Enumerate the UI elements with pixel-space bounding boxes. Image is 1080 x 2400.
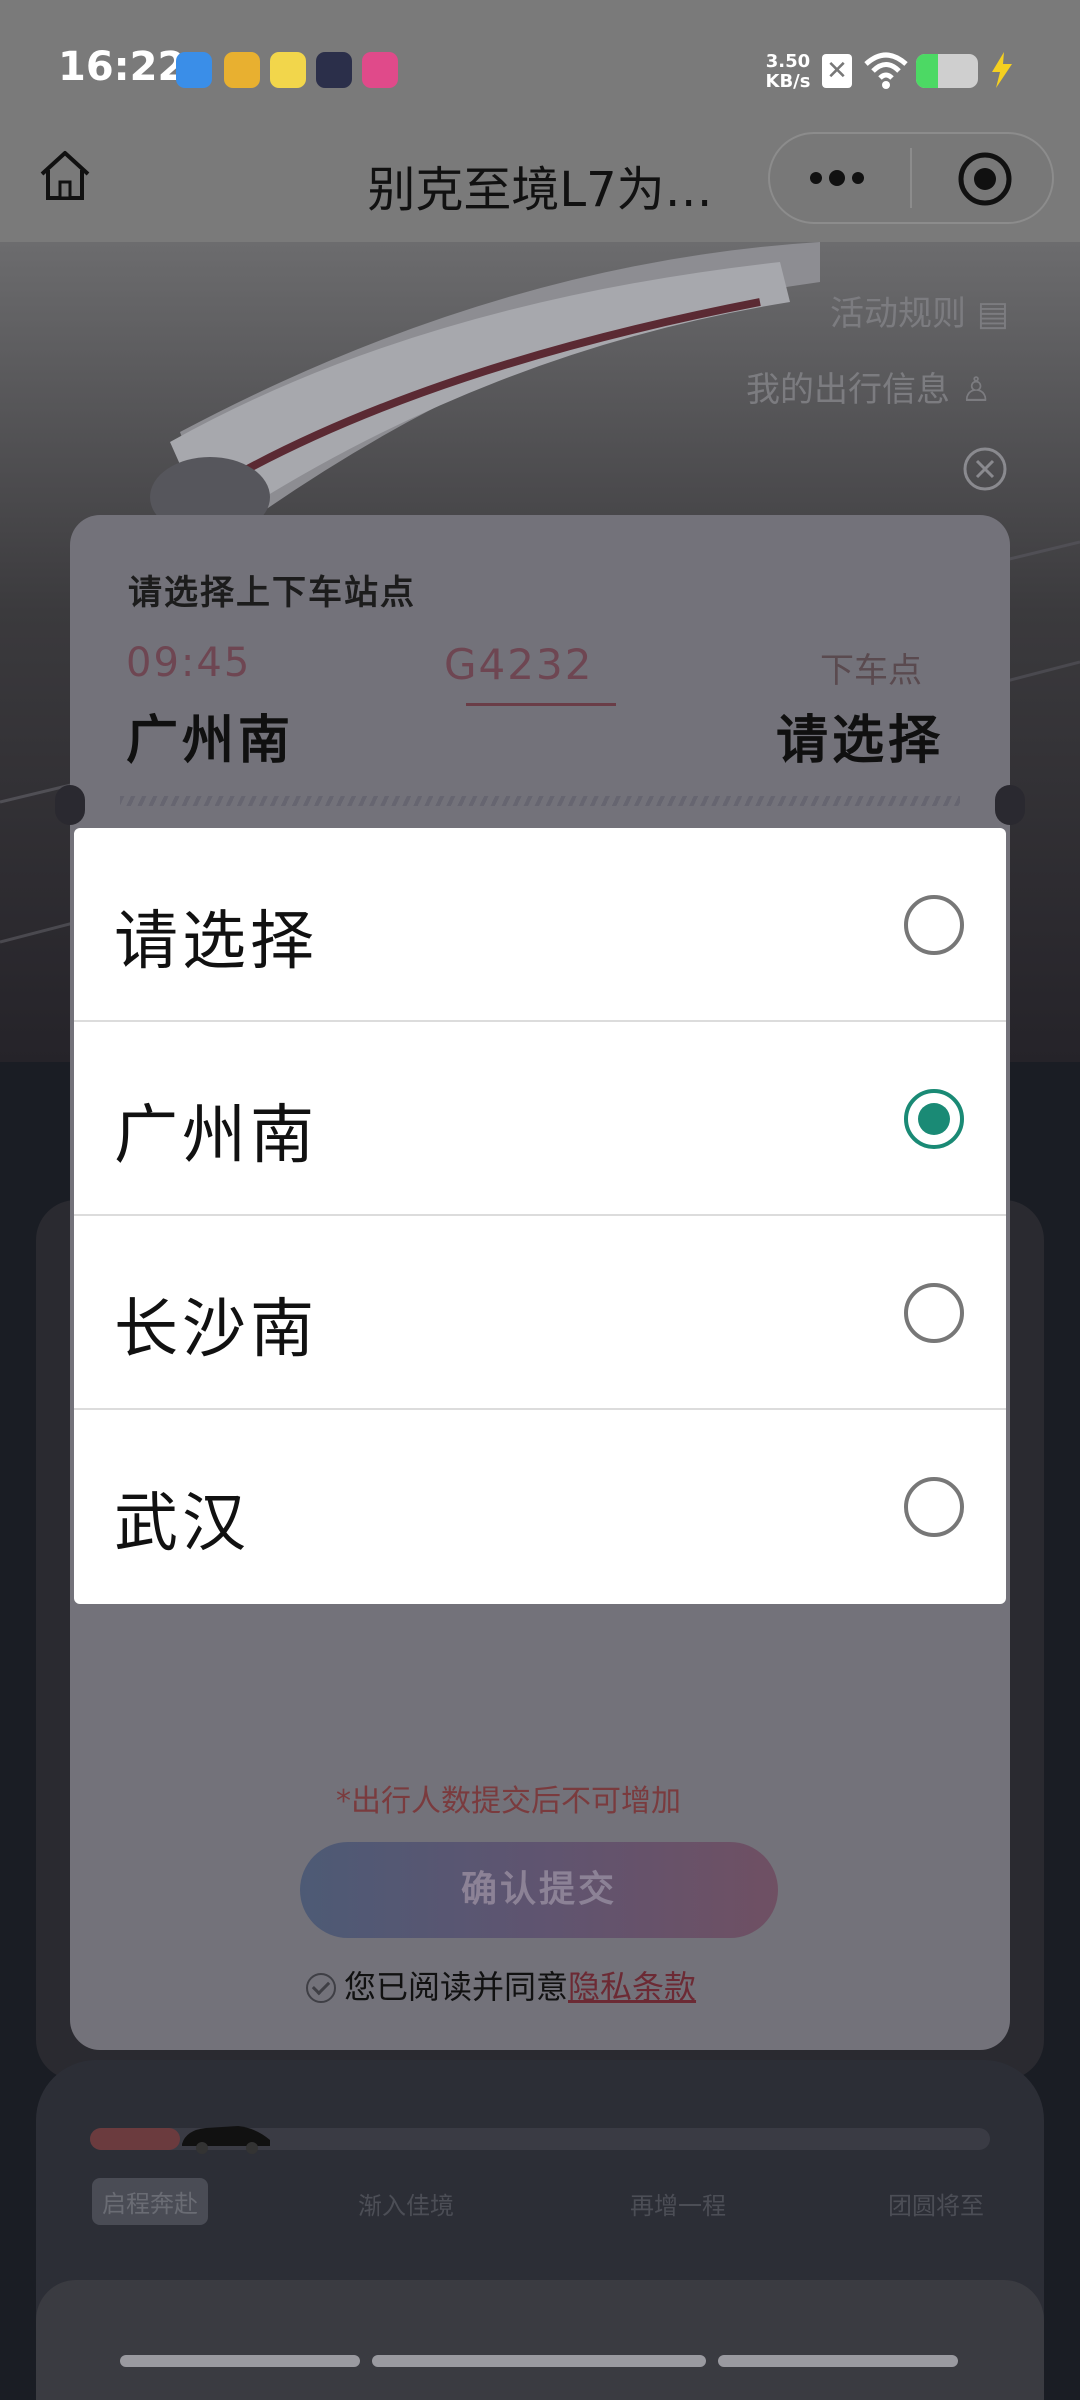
progress-fill [90, 2128, 180, 2150]
bottom-sheet [36, 2280, 1044, 2400]
activity-rules-label: 活动规则 [830, 294, 966, 334]
car-icon [182, 2126, 270, 2154]
stage-label-2: 渐入佳境 [358, 2192, 454, 2220]
home-icon[interactable] [36, 148, 94, 204]
radio-unchecked-icon[interactable] [904, 1477, 964, 1537]
nav-gesture-bar [372, 2355, 706, 2367]
picker-option[interactable]: 长沙南 [74, 1216, 1006, 1410]
passenger-warning: *出行人数提交后不可增加 [336, 1784, 681, 1819]
my-trip-info-label: 我的出行信息 [746, 370, 950, 410]
radio-checked-icon[interactable] [904, 1089, 964, 1149]
sim-off-icon: ✕ [822, 54, 852, 88]
picker-option[interactable]: 广州南 [74, 1022, 1006, 1216]
departure-time: 09:45 [126, 640, 252, 686]
option-label: 武汉 [114, 1487, 250, 1561]
station-picker: 请选择 广州南 长沙南 武汉 [74, 828, 1006, 1604]
close-mini-program-icon[interactable] [956, 150, 1014, 208]
radio-unchecked-icon[interactable] [904, 895, 964, 955]
radio-unchecked-icon[interactable] [904, 1283, 964, 1343]
stage-label-3: 再增一程 [630, 2192, 726, 2220]
capsule-divider [910, 148, 912, 208]
nav-gesture-bar [718, 2355, 958, 2367]
picker-option[interactable]: 请选择 [74, 828, 1006, 1022]
option-label: 请选择 [114, 905, 318, 979]
rules-doc-icon: ▤ [976, 294, 1009, 334]
activity-rules-link[interactable]: 活动规则 ▤ [830, 286, 1009, 335]
user-icon: ♙ [960, 370, 992, 410]
charging-icon [992, 52, 1012, 88]
departure-station[interactable]: 广州南 [126, 698, 294, 773]
privacy-agreement: 您已阅读并同意隐私条款 [306, 1962, 696, 2008]
video-app-notification-icon [362, 52, 398, 88]
option-label: 广州南 [114, 1099, 318, 1173]
ticket-notch-right [995, 785, 1025, 825]
stage-label-4: 团圆将至 [888, 2192, 984, 2220]
ai-app-notification-icon [316, 52, 352, 88]
train-number: G4232 [444, 640, 594, 689]
confirm-submit-button[interactable]: 确认提交 [300, 1842, 778, 1938]
battery-icon [916, 54, 978, 88]
stage-label-1: 启程奔赴 [92, 2178, 208, 2225]
status-time: 16:22 [58, 44, 186, 90]
agree-checkbox-icon[interactable] [306, 1973, 336, 2003]
card-title: 请选择上下车站点 [128, 573, 416, 613]
nav-gesture-bar [120, 2355, 360, 2367]
arrival-station-select[interactable]: 请选择 [776, 698, 944, 773]
direction-arrow [466, 703, 616, 706]
privacy-link[interactable]: 隐私条款 [568, 1968, 696, 2006]
page-title: 别克至境L7为… [367, 162, 713, 218]
my-trip-info-link[interactable]: 我的出行信息 ♙ [746, 362, 991, 411]
music-notification-icon [270, 52, 306, 88]
weibo-notification-icon [224, 52, 260, 88]
more-icon[interactable] [806, 164, 868, 192]
close-banner-icon[interactable] [962, 446, 1008, 492]
app-notification-icon [176, 52, 212, 88]
wifi-icon [864, 52, 908, 89]
ticket-notch-left [55, 785, 85, 825]
network-speed: 3.50 KB/s [765, 51, 811, 92]
arrival-label: 下车点 [820, 651, 922, 691]
picker-option[interactable]: 武汉 [74, 1410, 1006, 1604]
agree-text: 您已阅读并同意 [344, 1968, 569, 2006]
option-label: 长沙南 [114, 1293, 318, 1367]
ticket-divider [120, 796, 960, 806]
